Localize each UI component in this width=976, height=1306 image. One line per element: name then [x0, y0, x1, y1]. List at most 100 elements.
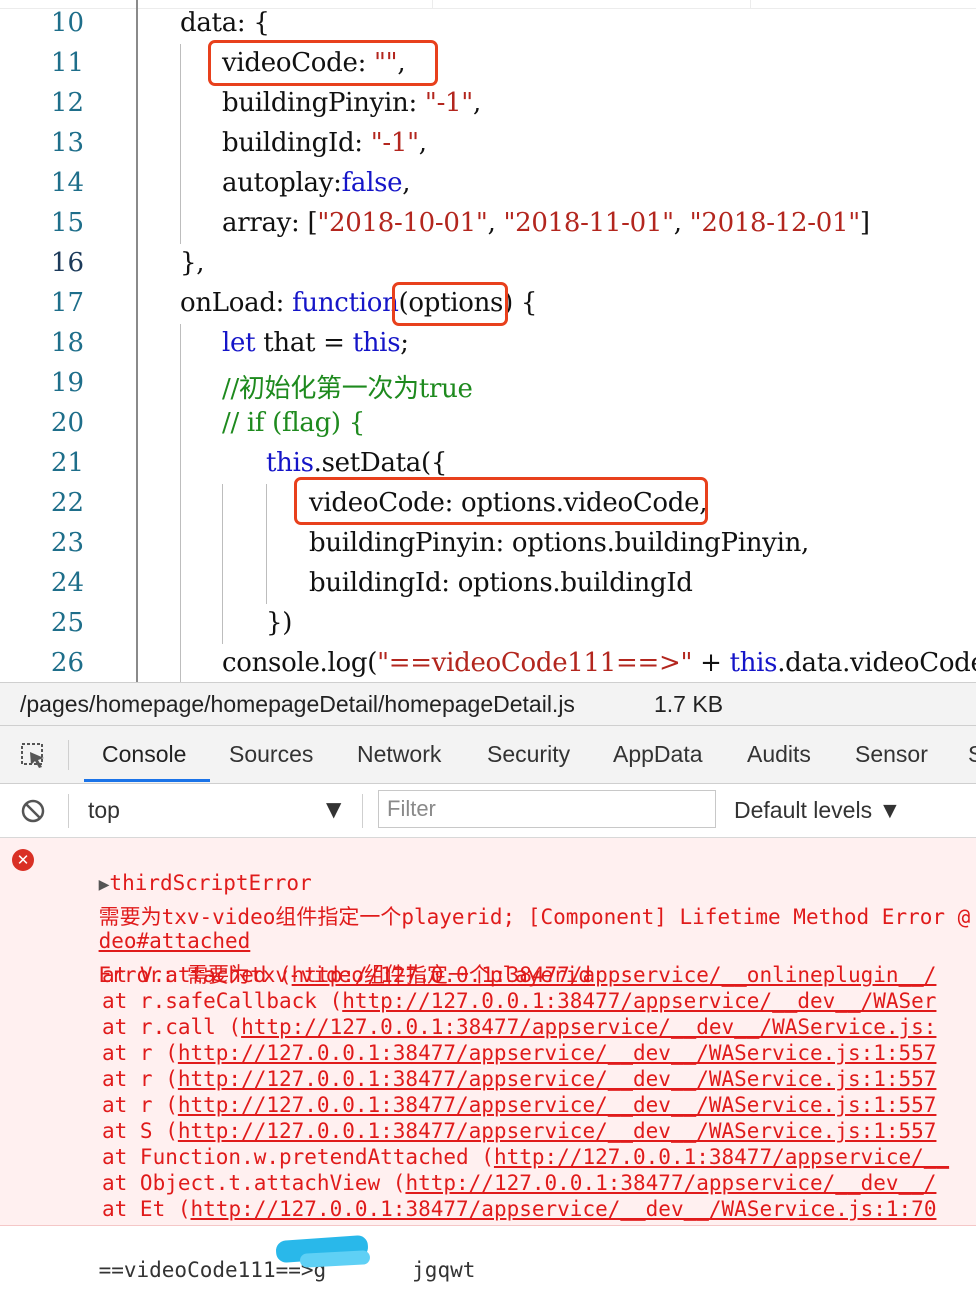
- code-line[interactable]: 12 buildingPinyin: "-1",: [0, 84, 976, 124]
- code-token: buildingPinyin:: [222, 88, 425, 118]
- file-info-bar: /pages/homepage/homepageDetail/homepageD…: [0, 682, 976, 726]
- highlight-box-videocode-setdata: [294, 477, 708, 525]
- code-token: ]: [859, 208, 870, 238]
- context-dropdown-icon[interactable]: ▼: [326, 797, 341, 821]
- line-number: 12: [50, 88, 84, 118]
- code-token: buildingId: options.buildingId: [309, 568, 693, 598]
- line-number: 23: [50, 528, 84, 558]
- tab-network[interactable]: Network: [357, 741, 441, 768]
- code-text: let that = this;: [222, 328, 409, 358]
- code-line[interactable]: 14 autoplay:false,: [0, 164, 976, 204]
- console-toolbar: top ▼ Default levels ▼: [0, 784, 976, 838]
- tab-audits[interactable]: Audits: [747, 741, 811, 768]
- highlight-box-options-param: [392, 282, 508, 326]
- code-token: "-1": [370, 128, 419, 158]
- log-levels-dropdown[interactable]: Default levels ▼: [734, 797, 901, 824]
- code-token: that =: [255, 328, 353, 358]
- code-line[interactable]: 15 array: ["2018-10-01", "2018-11-01", "2…: [0, 204, 976, 244]
- code-token: //初始化第一次为true: [222, 374, 473, 404]
- tab-sensor[interactable]: Sensor: [855, 741, 928, 768]
- context-selector[interactable]: top: [88, 797, 120, 824]
- stack-frame-url[interactable]: http://127.0.0.1:38477/appservice/__dev_…: [405, 1171, 936, 1195]
- stack-frame-url[interactable]: http://127.0.0.1:38477/appservice/__dev_…: [178, 1093, 937, 1117]
- inspect-element-icon[interactable]: [20, 742, 48, 770]
- code-text: array: ["2018-10-01", "2018-11-01", "201…: [222, 208, 870, 238]
- stack-frame-url[interactable]: http://127.0.0.1:38477/appservice/__dev_…: [178, 1067, 937, 1091]
- stack-frame-url[interactable]: http://127.0.0.1:38477/appservice/__dev_…: [178, 1119, 937, 1143]
- code-token: data: {: [180, 8, 270, 38]
- code-line[interactable]: 18 let that = this;: [0, 324, 976, 364]
- stack-frame-caller: at r.call (: [102, 1015, 242, 1039]
- tab-sources[interactable]: Sources: [229, 741, 313, 768]
- stack-frame-url[interactable]: http://127.0.0.1:38477/appservice/__dev_…: [191, 1197, 937, 1221]
- code-token: let: [222, 328, 256, 358]
- line-number: 26: [50, 648, 84, 678]
- stack-frame-url[interactable]: http://127.0.0.1:38477/appservice/__dev_…: [342, 989, 936, 1013]
- line-number: 11: [50, 48, 84, 78]
- active-tab-indicator: [84, 779, 210, 782]
- code-line[interactable]: 20 // if (flag) {: [0, 404, 976, 444]
- line-number: 15: [50, 208, 84, 238]
- line-number: 14: [50, 168, 84, 198]
- stack-frame-caller: at V.attached (: [102, 963, 292, 987]
- code-token: autoplay:: [222, 168, 342, 198]
- line-number: 13: [50, 128, 84, 158]
- console-error-message[interactable]: ✕ ▶thirdScriptError 需要为txv-video组件指定一个pl…: [0, 838, 976, 1226]
- clear-console-icon[interactable]: [20, 798, 46, 824]
- code-token: "==videoCode111==>": [377, 648, 693, 678]
- code-token: "2018-10-01": [317, 208, 488, 238]
- code-token: this: [352, 328, 401, 358]
- tab-appdata[interactable]: AppData: [613, 741, 703, 768]
- code-line[interactable]: 10 data: {: [0, 4, 976, 44]
- toolbar-divider: [68, 740, 69, 770]
- code-line[interactable]: 13 buildingId: "-1",: [0, 124, 976, 164]
- code-token: "-1": [424, 88, 473, 118]
- code-text: //初始化第一次为true: [222, 368, 473, 405]
- code-line[interactable]: 26 console.log("==videoCode111==>" + this…: [0, 644, 976, 682]
- stack-frame-caller: at Function.w.pretendAttached (: [102, 1145, 494, 1169]
- line-number: 18: [50, 328, 84, 358]
- stack-frame-caller: at S (: [102, 1119, 178, 1143]
- stack-frame-caller: at r (: [102, 1041, 178, 1065]
- stack-frame: at r (http://127.0.0.1:38477/appservice/…: [102, 1093, 936, 1117]
- console-filter-input[interactable]: [378, 790, 716, 828]
- code-token: ,: [402, 168, 411, 198]
- line-number: 22: [50, 488, 84, 518]
- stack-frame: at S (http://127.0.0.1:38477/appservice/…: [102, 1119, 936, 1143]
- line-number: 10: [50, 8, 84, 38]
- line-number: 20: [50, 408, 84, 438]
- code-token: "2018-12-01": [689, 208, 861, 238]
- code-line[interactable]: 16},: [0, 244, 976, 284]
- stack-frame-url[interactable]: http://127.0.0.1:38477/appservice/__dev_…: [241, 1015, 936, 1039]
- console-log-message: ==videoCode111==>g jgqwt: [0, 1226, 976, 1282]
- tab-console[interactable]: Console: [102, 741, 186, 768]
- stack-frame-url[interactable]: http://127.0.0.1:38477/appservice/__dev_…: [178, 1041, 937, 1065]
- code-token: ,: [418, 128, 427, 158]
- line-number: 16: [50, 248, 84, 278]
- code-token: ;: [400, 328, 409, 358]
- tab-overflow[interactable]: S: [968, 741, 976, 768]
- stack-frame-caller: at r.safeCallback (: [102, 989, 343, 1013]
- tab-security[interactable]: Security: [487, 741, 570, 768]
- file-size: 1.7 KB: [654, 691, 724, 717]
- code-text: buildingId: options.buildingId: [309, 568, 693, 598]
- line-number: 25: [50, 608, 84, 638]
- code-token: +: [692, 648, 730, 678]
- code-line[interactable]: 25}): [0, 604, 976, 644]
- stack-frame: at Et (http://127.0.0.1:38477/appservice…: [102, 1197, 936, 1221]
- code-line[interactable]: 11 videoCode: "",: [0, 44, 976, 84]
- stack-frame-url[interactable]: http://127.0.0.1:38477/appservice/__: [494, 1145, 949, 1169]
- code-token: console.log(: [222, 648, 378, 678]
- code-line[interactable]: 19 //初始化第一次为true: [0, 364, 976, 404]
- code-text: // if (flag) {: [222, 408, 365, 438]
- line-number: 21: [50, 448, 84, 478]
- code-token: buildingId:: [222, 128, 371, 158]
- code-line[interactable]: 24 buildingId: options.buildingId: [0, 564, 976, 604]
- code-editor[interactable]: 10 data: { 11 videoCode: "", 12 buildingPinyi…: [0, 0, 976, 682]
- code-token: array: [: [222, 208, 318, 238]
- code-line[interactable]: 23 buildingPinyin: options.buildingPinyin…: [0, 524, 976, 564]
- code-token: "2018-11-01": [503, 208, 675, 238]
- stack-frame-caller: at r (: [102, 1093, 178, 1117]
- code-token: // if (flag) {: [222, 408, 365, 438]
- stack-frame-url[interactable]: http://127.0.0.1:38477/appservice/__onli…: [292, 963, 937, 987]
